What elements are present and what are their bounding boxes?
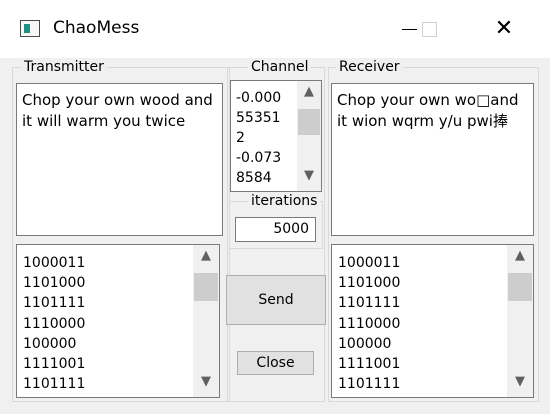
- list-item: 2: [236, 130, 245, 146]
- iterations-input[interactable]: 5000: [235, 217, 316, 242]
- list-item: 1101111: [338, 295, 401, 312]
- window-close-button[interactable]: ✕: [481, 10, 527, 48]
- list-item: 1111001: [23, 356, 86, 373]
- transmitter-message-field[interactable]: Chop your own wood and it will warm you …: [16, 83, 223, 236]
- list-item: 1110000: [338, 315, 401, 332]
- title-bar: ChaoMess ✕: [0, 0, 550, 58]
- send-button[interactable]: Send: [226, 275, 326, 325]
- maximize-button[interactable]: [406, 10, 452, 48]
- scroll-thumb[interactable]: [508, 273, 532, 301]
- list-item: 1101000: [338, 275, 401, 292]
- transmitter-binary-list[interactable]: 1000011 1101000 1101111 1110000 100000 1…: [16, 244, 220, 398]
- list-item: 1000011: [338, 255, 401, 271]
- app-icon: [20, 20, 40, 37]
- list-item: 8584: [236, 170, 272, 186]
- list-item: 1110000: [23, 315, 86, 332]
- transmitter-label: Transmitter: [21, 59, 107, 75]
- receiver-label: Receiver: [336, 59, 403, 75]
- list-item: 100000: [23, 335, 77, 352]
- scroll-thumb[interactable]: [194, 273, 218, 301]
- receiver-scrollbar[interactable]: ▲ ▼: [507, 245, 533, 397]
- list-item: 1101000: [23, 275, 86, 292]
- list-item: 1000011: [23, 255, 86, 271]
- receiver-message-field[interactable]: Chop your own wo□and it wion wqrm y/u pw…: [331, 83, 534, 236]
- transmitter-scrollbar[interactable]: ▲ ▼: [193, 245, 219, 397]
- close-button[interactable]: Close: [237, 351, 314, 375]
- channel-values-list[interactable]: -0.000 55351 2 -0.073 8584 ▲ ▼: [230, 80, 322, 192]
- list-item: 1101111: [23, 376, 86, 393]
- list-item: 1111001: [338, 356, 401, 373]
- receiver-binary-lines: 1000011 1101000 1101111 1110000 100000 1…: [338, 253, 400, 394]
- list-item: 1101111: [23, 295, 86, 312]
- receiver-binary-list[interactable]: 1000011 1101000 1101111 1110000 100000 1…: [331, 244, 534, 398]
- list-item: -0.073: [236, 150, 282, 166]
- list-item: 1101111: [338, 376, 401, 393]
- scroll-up-icon[interactable]: ▲: [507, 248, 533, 268]
- list-item: 55351: [236, 110, 281, 126]
- scroll-down-icon[interactable]: ▼: [193, 374, 219, 394]
- channel-label: Channel: [248, 59, 312, 75]
- list-item: -0.000: [236, 90, 282, 106]
- scroll-down-icon[interactable]: ▼: [297, 168, 321, 188]
- iterations-label: iterations: [248, 193, 321, 209]
- scroll-up-icon[interactable]: ▲: [193, 248, 219, 268]
- channel-value-lines: -0.000 55351 2 -0.073 8584: [236, 88, 281, 188]
- channel-scrollbar[interactable]: ▲ ▼: [297, 81, 321, 191]
- scroll-thumb[interactable]: [298, 109, 320, 135]
- scroll-down-icon[interactable]: ▼: [507, 374, 533, 394]
- window-title: ChaoMess: [53, 18, 140, 38]
- list-item: 100000: [338, 335, 392, 352]
- scroll-up-icon[interactable]: ▲: [297, 84, 321, 104]
- transmitter-binary-lines: 1000011 1101000 1101111 1110000 100000 1…: [23, 253, 85, 394]
